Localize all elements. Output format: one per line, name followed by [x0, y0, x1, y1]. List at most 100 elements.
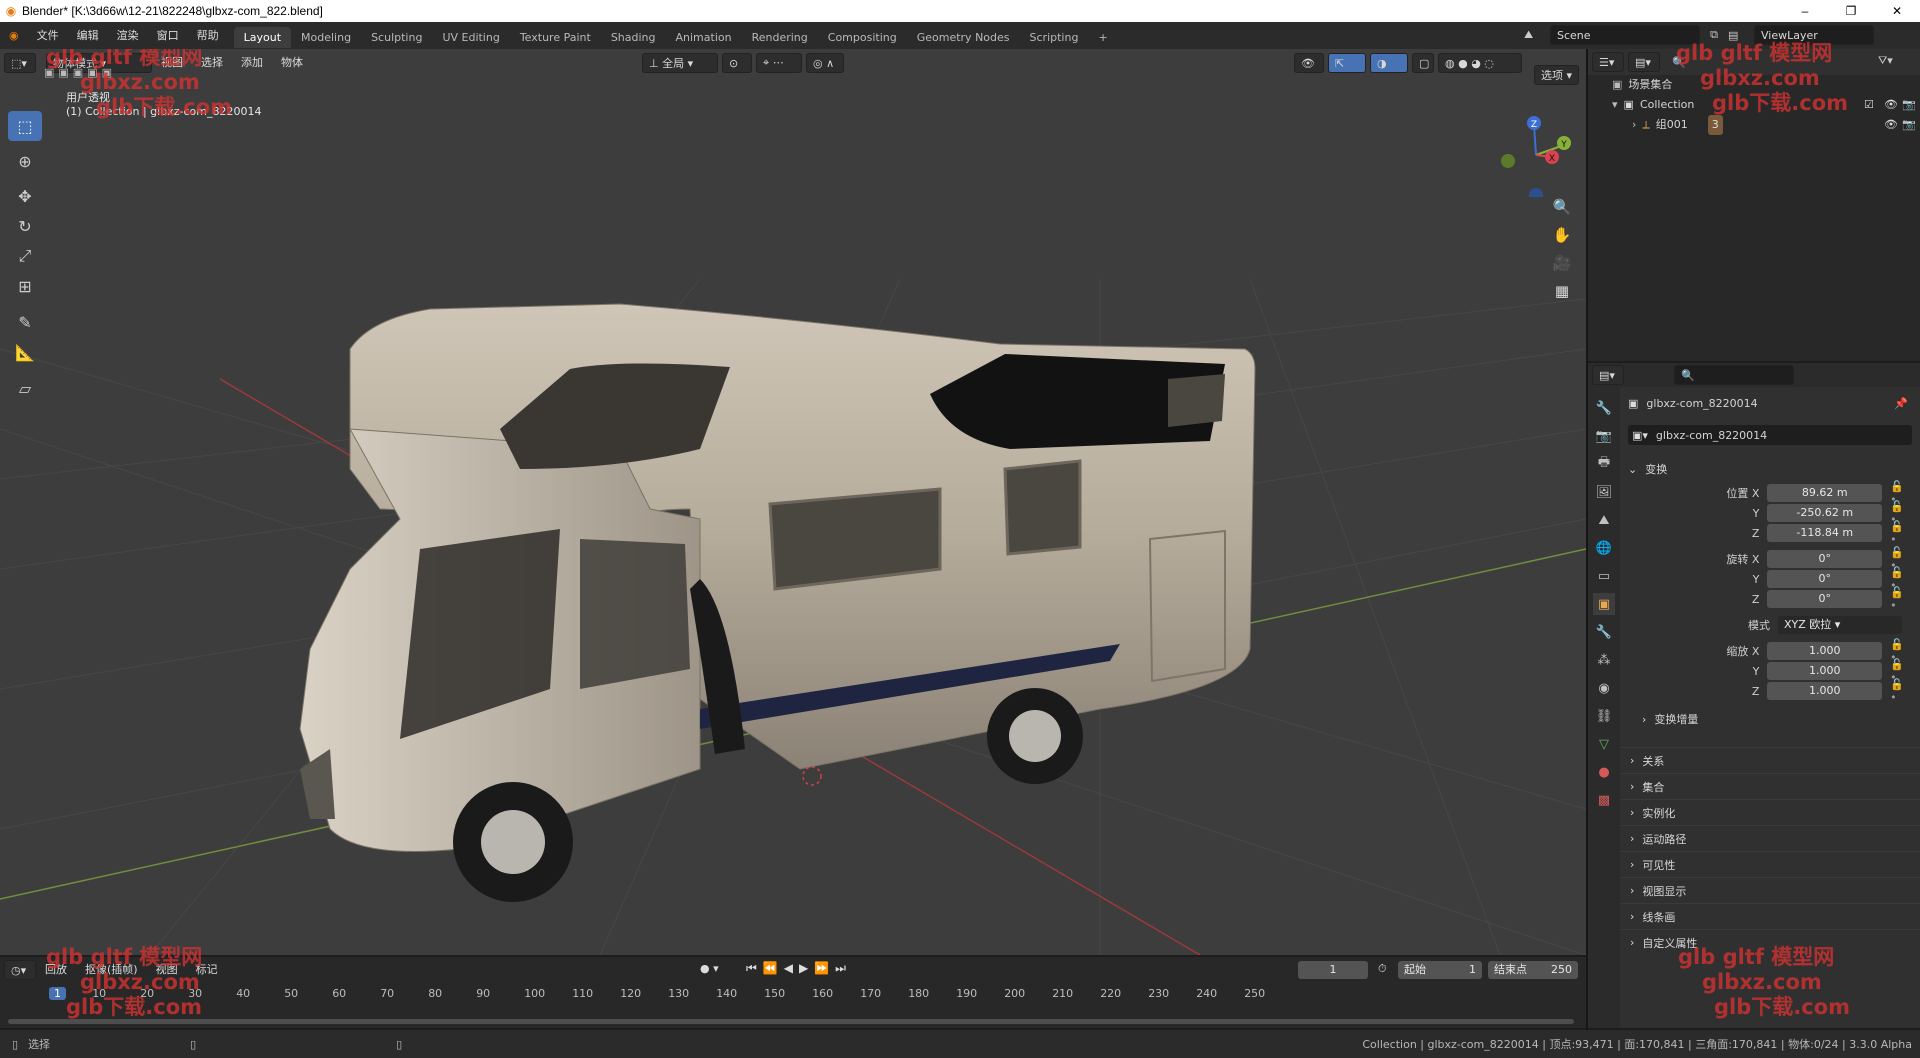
particles-tab-icon[interactable]: ⁂: [1593, 649, 1615, 671]
output-tab-icon[interactable]: 🖶: [1593, 453, 1615, 475]
tab-modeling[interactable]: Modeling: [291, 27, 361, 48]
add-workspace-button[interactable]: +: [1088, 27, 1117, 48]
view-layer-tab-icon[interactable]: 🖼: [1593, 481, 1615, 503]
tab-texture-paint[interactable]: Texture Paint: [510, 27, 601, 48]
object-tab-icon[interactable]: ▣: [1593, 593, 1615, 615]
object-datablock-field[interactable]: ▣▾ glbxz-com_8220014: [1628, 425, 1912, 445]
cursor-tool-icon[interactable]: ⊕: [8, 146, 42, 176]
end-frame-field[interactable]: 结束点 250: [1488, 961, 1578, 979]
maximize-button[interactable]: ❐: [1828, 0, 1874, 22]
texture-tab-icon[interactable]: ▩: [1593, 789, 1615, 811]
navigation-gizmo[interactable]: Z Y X: [1496, 107, 1576, 197]
timeline-editor-type-icon[interactable]: ◷▾: [4, 960, 36, 980]
filter-icon[interactable]: ⛛▾: [1878, 54, 1893, 68]
material-tab-icon[interactable]: ●: [1593, 761, 1615, 783]
tab-geometry-nodes[interactable]: Geometry Nodes: [907, 27, 1020, 48]
lock-icon[interactable]: 🔓 •: [1890, 678, 1912, 704]
start-frame-field[interactable]: 起始 1: [1398, 961, 1482, 979]
preview-range-icon[interactable]: ⏱: [1378, 962, 1387, 976]
measure-tool-icon[interactable]: 📐: [8, 337, 42, 367]
scene-tab-icon[interactable]: ⛰: [1593, 509, 1615, 531]
tab-uv-editing[interactable]: UV Editing: [432, 27, 509, 48]
tool-tab-icon[interactable]: 🔧: [1593, 397, 1615, 419]
timeline-scrollbar[interactable]: [8, 1019, 1574, 1024]
eye-icon[interactable]: 👁: [1884, 95, 1898, 115]
tab-sculpting[interactable]: Sculpting: [361, 27, 432, 48]
section-line-art[interactable]: › 线条画: [1620, 903, 1920, 929]
zoom-icon[interactable]: 🔍: [1548, 193, 1576, 221]
blender-menu-icon[interactable]: ◉: [0, 22, 28, 49]
new-scene-icon[interactable]: ⧉: [1700, 28, 1728, 42]
data-tab-icon[interactable]: ▽: [1593, 733, 1615, 755]
scene-collection-label[interactable]: 场景集合: [1628, 75, 1672, 95]
menu-file[interactable]: 文件: [28, 22, 68, 49]
perspective-grid-icon[interactable]: ▦: [1548, 277, 1576, 305]
object-label[interactable]: 组001: [1656, 115, 1688, 135]
lock-icon[interactable]: 🔓 •: [1890, 586, 1912, 612]
camera-render-icon[interactable]: 📷: [1902, 115, 1916, 135]
scale-z-field[interactable]: 1.000: [1767, 682, 1883, 700]
transform-tool-icon[interactable]: ⊞: [8, 271, 42, 301]
move-tool-icon[interactable]: ✥: [8, 181, 42, 211]
display-mode-icon[interactable]: ▤▾: [1628, 52, 1660, 72]
camera-view-icon[interactable]: 🎥: [1548, 249, 1576, 277]
lock-icon[interactable]: 🔓 •: [1890, 520, 1912, 546]
minimize-button[interactable]: –: [1782, 0, 1828, 22]
menu-edit[interactable]: 编辑: [68, 22, 108, 49]
rotation-y-field[interactable]: 0°: [1767, 570, 1883, 588]
close-button[interactable]: ✕: [1874, 0, 1920, 22]
location-z-field[interactable]: -118.84 m: [1767, 524, 1883, 542]
section-viewport-display[interactable]: › 视图显示: [1620, 877, 1920, 903]
menu-render[interactable]: 渲染: [108, 22, 148, 49]
tab-animation[interactable]: Animation: [666, 27, 742, 48]
constraints-tab-icon[interactable]: ⛓: [1593, 705, 1615, 727]
location-y-field[interactable]: -250.62 m: [1767, 504, 1883, 522]
collapse-arrow-icon[interactable]: ›: [1632, 115, 1636, 135]
rotation-mode-dropdown[interactable]: XYZ 欧拉 ▾: [1778, 616, 1902, 634]
properties-editor-type-icon[interactable]: ▤▾: [1592, 365, 1624, 385]
section-instancing[interactable]: › 实例化: [1620, 799, 1920, 825]
scale-x-field[interactable]: 1.000: [1767, 642, 1883, 660]
modifier-tab-icon[interactable]: 🔧: [1593, 621, 1615, 643]
location-x-field[interactable]: 89.62 m: [1767, 484, 1883, 502]
menu-window[interactable]: 窗口: [148, 22, 188, 49]
rotation-z-field[interactable]: 0°: [1767, 590, 1883, 608]
physics-tab-icon[interactable]: ◉: [1593, 677, 1615, 699]
properties-search[interactable]: 🔍: [1674, 365, 1794, 385]
tab-compositing[interactable]: Compositing: [818, 27, 907, 48]
eye-icon[interactable]: 👁: [1884, 115, 1898, 135]
menu-help[interactable]: 帮助: [188, 22, 228, 49]
current-frame-field[interactable]: 1: [1298, 961, 1368, 979]
add-cube-tool-icon[interactable]: ▱: [8, 373, 42, 403]
pin-icon[interactable]: 📌: [1894, 397, 1908, 410]
scale-tool-icon[interactable]: ⤢: [8, 241, 42, 271]
timeline-ruler[interactable]: 1 10 20 30 40 50 60 70 80 90 100 110 120 130 140 150 160…: [0, 983, 1586, 1007]
render-tab-icon[interactable]: 📷: [1593, 425, 1615, 447]
outliner-editor-type-icon[interactable]: ☰▾: [1592, 52, 1624, 72]
tab-rendering[interactable]: Rendering: [742, 27, 818, 48]
world-tab-icon[interactable]: 🌐: [1593, 537, 1615, 559]
delta-transform-section[interactable]: 变换增量: [1654, 711, 1698, 727]
expand-arrow-icon[interactable]: ▾: [1612, 95, 1618, 115]
checkbox-icon[interactable]: ☑: [1864, 95, 1874, 115]
camera-render-icon[interactable]: 📷: [1902, 95, 1916, 115]
playback-controls[interactable]: ⏮⏪◀▶⏩⏭: [746, 961, 852, 976]
3d-viewport[interactable]: ⬚▾ 物体模式 ▾ 视图 选择 添加 物体 ⊥ 全局 ▾ ⊙ ⌖ ⋯ ◎ ∧ 👁…: [0, 49, 1586, 955]
scale-y-field[interactable]: 1.000: [1767, 662, 1883, 680]
pan-hand-icon[interactable]: ✋: [1548, 221, 1576, 249]
collection-tab-icon[interactable]: ▭: [1593, 565, 1615, 587]
section-relations[interactable]: › 关系: [1620, 747, 1920, 773]
section-collections[interactable]: › 集合: [1620, 773, 1920, 799]
tab-scripting[interactable]: Scripting: [1020, 27, 1089, 48]
section-visibility[interactable]: › 可见性: [1620, 851, 1920, 877]
tab-layout[interactable]: Layout: [233, 26, 292, 48]
expand-arrow-icon[interactable]: ⌄: [1628, 463, 1637, 476]
rotate-tool-icon[interactable]: ↻: [8, 211, 42, 241]
rotation-x-field[interactable]: 0°: [1767, 550, 1883, 568]
collapse-arrow-icon[interactable]: ›: [1642, 713, 1646, 726]
tab-shading[interactable]: Shading: [601, 27, 666, 48]
section-motion-paths[interactable]: › 运动路径: [1620, 825, 1920, 851]
select-box-tool-icon[interactable]: ⬚: [8, 111, 42, 141]
transform-section-title[interactable]: 变换: [1645, 461, 1667, 477]
3d-cursor[interactable]: [802, 766, 822, 786]
